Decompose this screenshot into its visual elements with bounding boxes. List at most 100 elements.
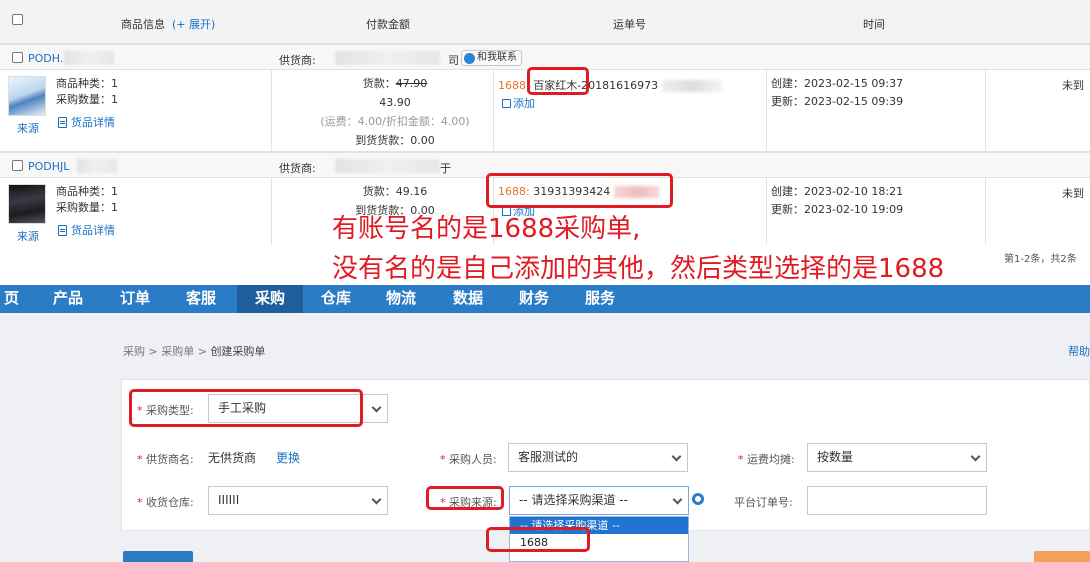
header-time: 时间 — [863, 18, 885, 31]
supplier-name-end: 于 — [440, 162, 451, 175]
highlight-source-label — [426, 486, 504, 510]
table-header: 商品信息 (+ 展开) 付款金额 运单号 时间 — [0, 0, 1090, 44]
product-kinds: 商品种类：1 — [56, 185, 118, 198]
created-time: 创建：2023-02-15 09:37 — [771, 77, 904, 90]
highlight-purchase-type — [129, 389, 363, 427]
annotation-line-2: 没有名的是自己添加的其他，然后类型选择的是1688 — [332, 254, 945, 284]
freight-split-value: 按数量 — [817, 450, 854, 464]
order-id[interactable]: PODH. — [28, 52, 63, 65]
chevron-down-icon — [671, 451, 682, 462]
chevron-down-icon — [371, 494, 382, 505]
nav-data[interactable]: 数据 — [453, 285, 483, 313]
nav-home[interactable]: 页 — [4, 285, 19, 313]
supplier-name-end: 司 — [448, 54, 459, 67]
highlight-account-name — [527, 67, 589, 95]
tracking-number: -20181616973 — [577, 79, 659, 92]
nav-finance[interactable]: 财务 — [519, 285, 549, 313]
goods-price: 货款：49.16 — [362, 185, 428, 198]
order-checkbox[interactable] — [12, 52, 23, 63]
nav-logistics[interactable]: 物流 — [386, 285, 416, 313]
arrived-amount: 到货货款：0.00 — [355, 134, 435, 147]
buyer-select[interactable]: 客服测试的 — [508, 443, 688, 472]
primary-button[interactable] — [123, 551, 193, 562]
source-link[interactable]: 来源 — [17, 228, 39, 244]
nav-purchasing[interactable]: 采购 — [237, 285, 303, 313]
supplier-label: 供货商: — [279, 162, 316, 175]
nav-customer-service[interactable]: 客服 — [186, 285, 216, 313]
help-link[interactable]: 帮助 — [1068, 343, 1090, 359]
supplier-label: 供货商: — [279, 54, 316, 67]
supplier-name-value: 无供货商 — [208, 451, 257, 465]
nav-products[interactable]: 产品 — [53, 285, 83, 313]
pager: 第1-2条，共2条 — [1004, 254, 1077, 265]
expand-link[interactable]: (+ 展开) — [172, 16, 215, 32]
nav-warehouse[interactable]: 仓库 — [321, 285, 351, 313]
chevron-down-icon — [970, 451, 981, 462]
product-info: 商品种类：1 采购数量：1 — [56, 76, 118, 108]
annotation-line-1: 有账号名的是1688采购单, — [332, 214, 641, 244]
redacted-tracking — [661, 80, 722, 92]
nav-services[interactable]: 服务 — [585, 285, 615, 313]
goods-detail-label: 货品详情 — [71, 116, 115, 129]
time-info: 创建：2023-02-10 18:21 更新：2023-02-10 19:09 — [771, 183, 903, 219]
secondary-button[interactable] — [1034, 551, 1090, 562]
buyer-value: 客服测试的 — [518, 450, 579, 464]
chat-icon — [464, 52, 475, 64]
product-qty: 采购数量：1 — [56, 201, 118, 214]
header-amount: 付款金额 — [366, 18, 410, 31]
change-supplier-link[interactable]: 更换 — [276, 449, 300, 466]
add-label: 添加 — [513, 97, 535, 110]
redacted-id — [64, 51, 114, 65]
main-nav: 页 产品 订单 客服 采购 仓库 物流 数据 财务 服务 — [0, 285, 1090, 313]
freight-split-select[interactable]: 按数量 — [807, 443, 987, 472]
edit-icon — [502, 98, 511, 108]
purchase-order-table: 商品信息 (+ 展开) 付款金额 运单号 时间 PODH. 供货商: 司 和我联… — [0, 0, 1090, 245]
source-link[interactable]: 来源 — [17, 120, 39, 136]
document-icon — [58, 116, 67, 128]
redacted-supplier — [335, 159, 440, 173]
document-icon — [58, 224, 67, 236]
order-id[interactable]: PODHJL — [28, 160, 69, 173]
purchase-source-select[interactable]: -- 请选择采购渠道 -- — [509, 486, 689, 515]
highlight-1688-option — [486, 527, 590, 552]
product-thumbnail[interactable] — [8, 76, 46, 116]
purchase-source-value: -- 请选择采购渠道 -- — [519, 493, 628, 507]
product-thumbnail[interactable] — [8, 184, 46, 224]
updated-time: 更新：2023-02-15 09:39 — [771, 95, 904, 108]
goods-new-price: 43.90 — [379, 96, 411, 109]
created-time: 创建：2023-02-10 18:21 — [771, 185, 904, 198]
order-checkbox[interactable] — [12, 160, 23, 171]
channel-label: 1688: — [498, 79, 530, 92]
add-tracking-link[interactable]: 添加 — [502, 95, 535, 111]
chevron-down-icon — [672, 494, 683, 505]
contact-button[interactable]: 和我联系 — [461, 50, 522, 66]
select-all-checkbox[interactable] — [12, 14, 23, 25]
chevron-down-icon — [371, 402, 382, 413]
gear-icon[interactable] — [692, 493, 704, 505]
breadcrumb-current: 创建采购单 — [210, 345, 266, 358]
header-product: 商品信息 — [121, 18, 165, 31]
product-kinds: 商品种类：1 — [56, 77, 118, 90]
breadcrumb-purchase[interactable]: 采购 — [123, 345, 145, 358]
goods-detail-link[interactable]: 货品详情 — [58, 114, 115, 130]
redacted-id — [77, 159, 117, 173]
warehouse-label: * 收货仓库: — [137, 496, 194, 509]
warehouse-select[interactable]: IIIIII — [208, 486, 388, 515]
buyer-label: * 采购人员: — [440, 453, 497, 466]
breadcrumb: 采购 > 采购单 > 创建采购单 — [123, 345, 266, 358]
platform-order-label: 平台订单号: — [734, 496, 793, 509]
supplier-name-label: * 供货商名: — [137, 453, 194, 466]
goods-detail-link[interactable]: 货品详情 — [58, 222, 115, 238]
goods-detail-label: 货品详情 — [71, 224, 115, 237]
payment-info: 货款：47.90 43.90 (运费：4.00/折扣金额：4.00) 到货货款：… — [300, 74, 490, 150]
warehouse-value: IIIIII — [218, 493, 240, 507]
platform-order-input[interactable] — [807, 486, 987, 515]
status-label: 未到 — [1062, 79, 1084, 92]
status-label: 未到 — [1062, 187, 1084, 200]
nav-orders[interactable]: 订单 — [120, 285, 150, 313]
breadcrumb-purchase-order[interactable]: 采购单 — [161, 345, 194, 358]
goods-label: 货款： — [362, 77, 396, 90]
header-tracking: 运单号 — [613, 18, 646, 31]
product-info: 商品种类：1 采购数量：1 — [56, 184, 118, 216]
contact-label: 和我联系 — [477, 52, 517, 63]
